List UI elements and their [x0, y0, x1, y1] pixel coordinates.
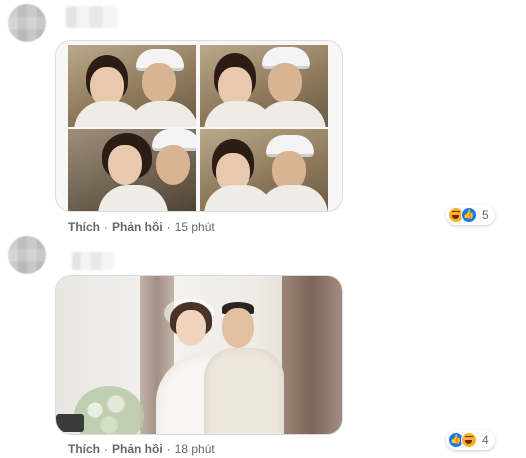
comment-1: Thích · Phản hồi · 15 phút 👍 5 [0, 0, 526, 234]
comment-photo-wedding[interactable] [55, 275, 343, 435]
avatar[interactable] [8, 236, 46, 274]
comment-thread: Thích · Phản hồi · 15 phút 👍 5 Thích · P… [0, 0, 526, 458]
separator: · [104, 442, 108, 456]
reaction-count: 5 [482, 208, 489, 222]
reply-action[interactable]: Phản hồi [112, 442, 163, 456]
comment-actions: Thích · Phản hồi · 18 phút [68, 442, 215, 456]
like-icon: 👍 [461, 207, 477, 223]
comment-photo-collage[interactable] [55, 40, 343, 212]
commenter-name-redacted[interactable] [66, 6, 118, 28]
commenter-name-redacted[interactable] [72, 252, 114, 270]
reaction-count: 4 [482, 433, 489, 447]
comment-2: Thích · Phản hồi · 18 phút 👍 4 [0, 232, 526, 458]
separator: · [166, 442, 171, 456]
reaction-summary[interactable]: 👍 5 [446, 205, 495, 225]
timestamp[interactable]: 18 phút [175, 442, 215, 456]
collage-tile [68, 129, 196, 211]
haha-icon [461, 432, 477, 448]
collage-tile [68, 45, 196, 127]
reaction-summary[interactable]: 👍 4 [446, 430, 495, 450]
photo-collage-grid [68, 45, 328, 211]
collage-tile [200, 45, 328, 127]
like-action[interactable]: Thích [68, 442, 100, 456]
avatar[interactable] [8, 4, 46, 42]
collage-tile [200, 129, 328, 211]
